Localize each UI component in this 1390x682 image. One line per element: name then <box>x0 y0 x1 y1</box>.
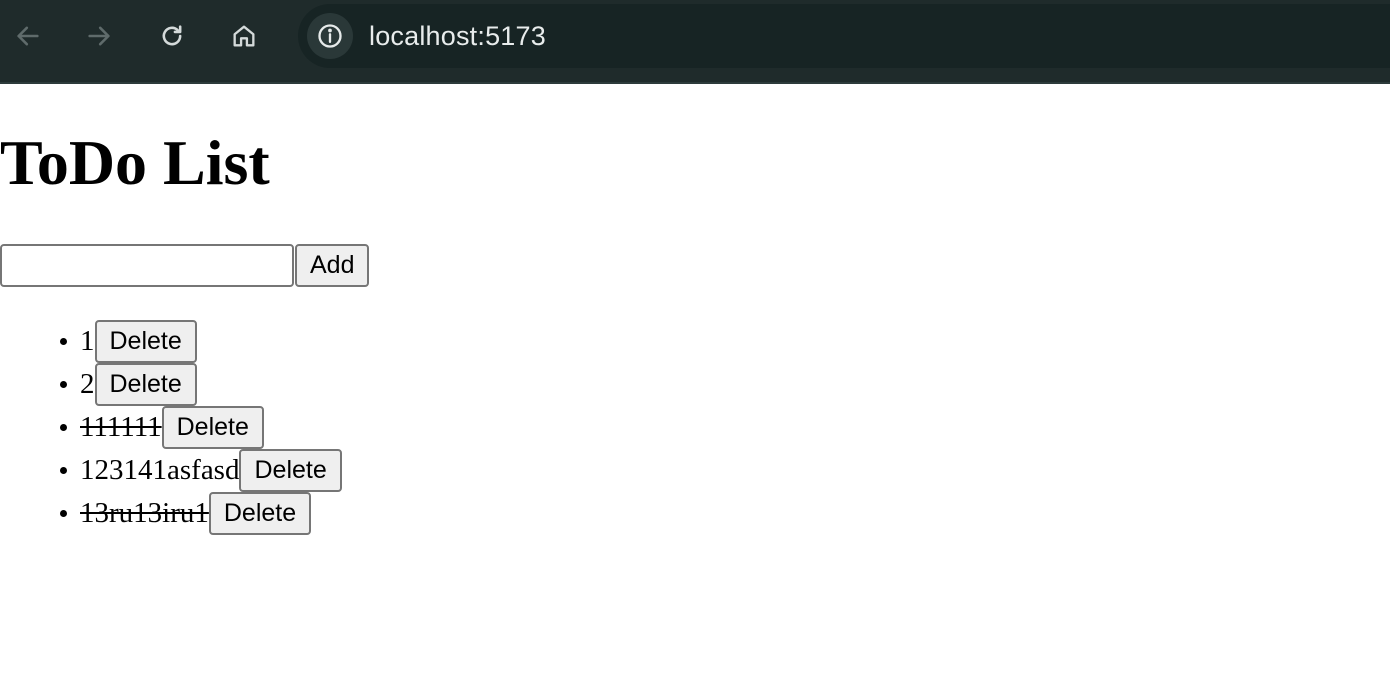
forward-button[interactable] <box>79 16 119 56</box>
todo-form: Add <box>0 244 370 287</box>
reload-icon <box>162 25 182 46</box>
url-text: localhost:5173 <box>369 20 546 51</box>
add-button[interactable]: Add <box>295 244 370 287</box>
todo-item: 13ru13iru1Delete <box>80 490 342 535</box>
delete-button[interactable]: Delete <box>94 362 197 406</box>
page-title: ToDo List <box>0 127 270 198</box>
reload-button[interactable] <box>152 16 192 56</box>
delete-button[interactable]: Delete <box>94 319 197 363</box>
delete-button[interactable]: Delete <box>239 448 342 492</box>
home-icon <box>233 25 255 47</box>
todo-list: 1Delete 2Delete 111111Delete 123141asfas… <box>0 318 342 535</box>
todo-item: 1Delete <box>80 318 342 363</box>
site-info-button[interactable] <box>307 13 353 59</box>
todo-text[interactable]: 13ru13iru1 <box>80 497 209 529</box>
todo-item: 111111Delete <box>80 404 342 449</box>
delete-button[interactable]: Delete <box>208 491 312 535</box>
todo-item: 2Delete <box>80 361 342 406</box>
arrow-left-icon <box>17 26 39 46</box>
address-bar[interactable]: localhost:5173 <box>298 4 1390 68</box>
page-content: ToDo List Add 1Delete 2Delete 111111Dele… <box>0 84 1390 682</box>
todo-text[interactable]: 123141asfasd <box>80 454 239 486</box>
home-button[interactable] <box>224 16 264 56</box>
todo-text[interactable]: 2 <box>80 368 95 400</box>
browser-toolbar: localhost:5173 <box>0 0 1390 84</box>
todo-input[interactable] <box>0 244 294 287</box>
arrow-right-icon <box>88 26 110 46</box>
delete-button[interactable]: Delete <box>161 405 264 449</box>
todo-text[interactable]: 111111 <box>80 411 162 443</box>
back-button[interactable] <box>8 16 48 56</box>
todo-item: 123141asfasdDelete <box>80 447 342 492</box>
info-icon <box>318 24 342 48</box>
todo-text[interactable]: 1 <box>80 325 95 357</box>
